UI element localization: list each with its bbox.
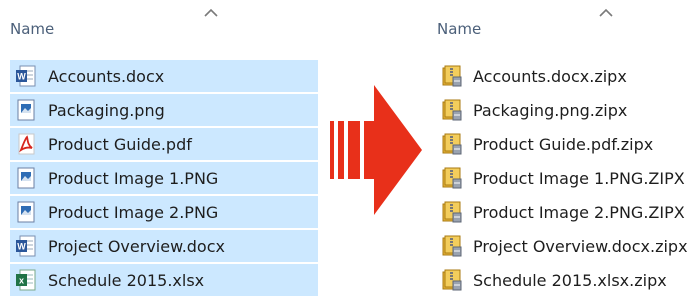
image-icon [17,201,35,223]
file-name: Product Image 1.PNG [48,168,219,188]
file-row[interactable]: Product Image 1.PNG.ZIPX [436,162,694,194]
compress-arrow-icon [330,85,422,215]
zipx-archive-icon [442,167,462,189]
svg-text:W: W [17,242,26,252]
excel-icon: x [16,269,36,291]
pdf-icon [18,133,35,155]
image-icon [17,167,35,189]
file-row[interactable]: Product Guide.pdf.zipx [436,128,694,160]
file-name: Project Overview.docx [48,236,225,256]
file-row[interactable]: Schedule 2015.xlsx.zipx [436,264,694,296]
file-name: Product Guide.pdf [48,134,192,154]
sort-ascending-icon[interactable] [598,7,614,19]
file-row[interactable]: W Project Overview.docx [10,230,318,262]
zipx-archive-icon [442,269,462,291]
svg-text:W: W [17,72,26,82]
zipx-archive-icon [442,99,462,121]
zipped-file-list: Name Accounts.docx.zipx Packaging.png.zip… [430,0,696,291]
image-icon [17,99,35,121]
file-row[interactable]: Product Guide.pdf [10,128,318,160]
file-row[interactable]: Product Image 2.PNG.ZIPX [436,196,694,228]
file-row[interactable]: Project Overview.docx.zipx [436,230,694,262]
name-column-header[interactable]: Name [10,20,54,38]
zipx-archive-icon [442,133,462,155]
file-row[interactable]: Packaging.png [10,94,318,126]
file-name: Product Image 2.PNG.ZIPX [473,202,685,222]
word-doc-icon: W [16,235,36,257]
zipx-archive-icon [442,201,462,223]
sort-ascending-icon[interactable] [203,7,219,19]
file-name: Accounts.docx [48,66,165,86]
file-row[interactable]: W Accounts.docx [10,60,318,92]
file-row[interactable]: Accounts.docx.zipx [436,60,694,92]
zipx-archive-icon [442,235,462,257]
file-row[interactable]: Product Image 2.PNG [10,196,318,228]
file-name: Packaging.png.zipx [473,100,628,120]
file-name: Product Guide.pdf.zipx [473,134,654,154]
file-name: Product Image 2.PNG [48,202,219,222]
name-column-header[interactable]: Name [437,20,481,38]
file-name: Project Overview.docx.zipx [473,236,688,256]
file-row[interactable]: Packaging.png.zipx [436,94,694,126]
file-name: Packaging.png [48,100,165,120]
zipx-archive-icon [442,65,462,87]
file-row[interactable]: Product Image 1.PNG [10,162,318,194]
word-doc-icon: W [16,65,36,87]
svg-text:x: x [19,276,24,286]
file-name: Accounts.docx.zipx [473,66,627,86]
source-file-list: Name W Accounts.docx Packaging.png Product … [0,0,320,296]
file-name: Product Image 1.PNG.ZIPX [473,168,685,188]
file-row[interactable]: x Schedule 2015.xlsx [10,264,318,296]
